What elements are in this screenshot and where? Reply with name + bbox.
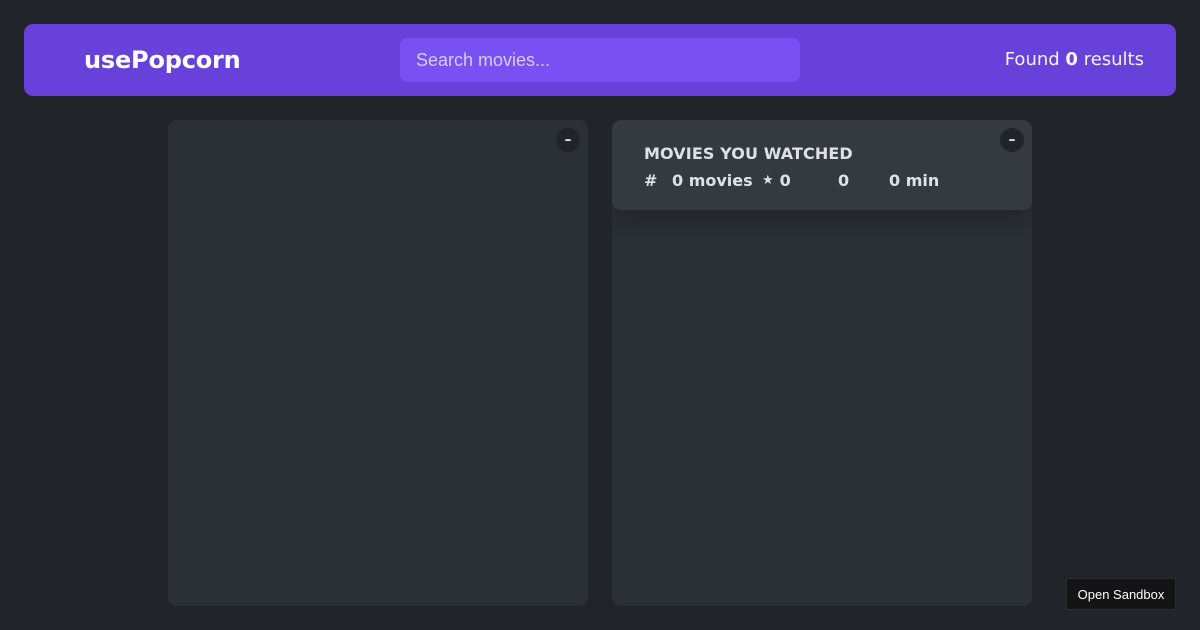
stat-user-rating: 0 [832, 171, 883, 190]
imdb-rating-text: 0 [779, 171, 791, 190]
stat-runtime: 0 min [883, 171, 939, 190]
movie-list-box: – [168, 120, 588, 606]
results-prefix: Found [1004, 49, 1060, 70]
movie-count-text: 0 movies [672, 171, 753, 190]
logo: usePopcorn [84, 24, 241, 96]
open-sandbox-button[interactable]: Open Sandbox [1066, 578, 1176, 610]
results-suffix: results [1083, 49, 1144, 70]
hash-icon: # [644, 171, 658, 190]
collapse-list-button[interactable]: – [556, 128, 580, 152]
watched-summary: Movies you watched # 0 movies ★ 0 0 0 mi… [612, 120, 1032, 210]
stat-imdb-rating: ★ 0 [762, 171, 832, 190]
collapse-watched-button[interactable]: – [1000, 128, 1024, 152]
results-number: 0 [1065, 49, 1078, 70]
user-rating-text: 0 [838, 171, 850, 190]
logo-text: usePopcorn [84, 46, 241, 74]
results-count: Found 0 results [1005, 24, 1144, 96]
watched-box: – Movies you watched # 0 movies ★ 0 0 [612, 120, 1032, 606]
runtime-text: 0 min [889, 171, 940, 190]
star-icon: ★ [762, 173, 774, 188]
summary-title: Movies you watched [644, 144, 853, 163]
navbar: usePopcorn Found 0 results [24, 24, 1176, 96]
summary-stats: # 0 movies ★ 0 0 0 min [644, 171, 1000, 190]
search-input[interactable] [400, 38, 800, 82]
stat-movie-count: # 0 movies [644, 171, 762, 190]
